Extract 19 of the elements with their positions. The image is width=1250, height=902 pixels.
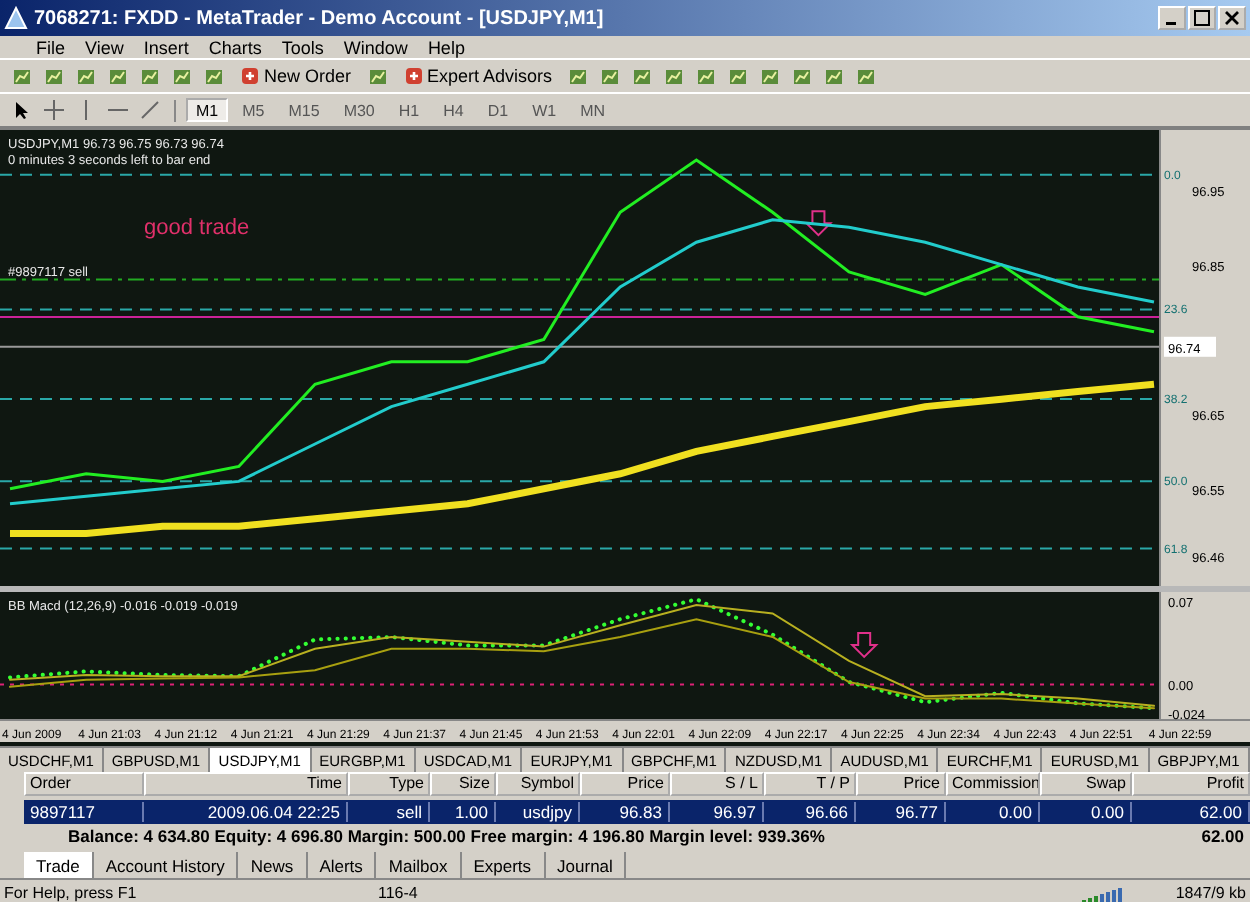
table-cell: 96.97	[670, 802, 764, 822]
chart-note: good trade	[144, 216, 250, 240]
balance-summary: Balance: 4 634.80 Equity: 4 696.80 Margin: 500.00 Free margin: 4 196.80 Margin level: 939.36%	[68, 826, 825, 846]
table-cell: 96.66	[764, 802, 856, 822]
table-cell: 0.00	[1040, 802, 1132, 822]
status-text: 116-4	[378, 884, 420, 902]
table-cell: 1.00	[430, 802, 496, 822]
status-text: 1847/9 kb	[1173, 884, 1246, 902]
table-cell: 96.77	[856, 802, 946, 822]
table-cell: 9897117	[24, 802, 144, 822]
table-cell: 0.00	[946, 802, 1040, 822]
table-cell: 96.83	[580, 802, 670, 822]
status-text: For Help, press F1	[4, 884, 139, 902]
table-cell: sell	[348, 802, 430, 822]
table-cell: usdjpy	[496, 802, 580, 822]
table-cell: 62.00	[1132, 802, 1250, 822]
total-profit: 62.00	[1201, 826, 1244, 846]
window-title: 7068271: FXDD - MetaTrader - Demo Account - [USDJPY,M1]	[34, 7, 606, 29]
table-cell: 2009.06.04 22:25	[144, 802, 348, 822]
